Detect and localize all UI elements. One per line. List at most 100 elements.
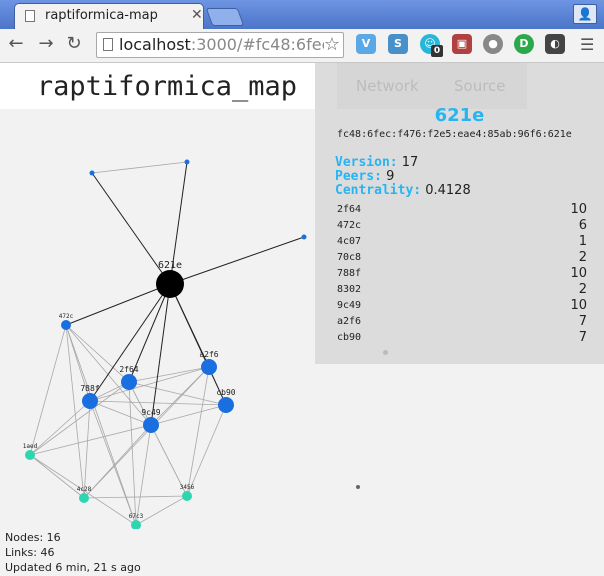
- graph-node[interactable]: [25, 450, 35, 460]
- peer-value: 2: [578, 282, 587, 297]
- profile-icon[interactable]: 👤: [573, 4, 597, 24]
- graph-node-label: 2f64: [119, 365, 138, 374]
- graph-link: [89, 366, 210, 402]
- url-text: localhost:3000/#fc48:6fec: [119, 35, 330, 54]
- peer-row[interactable]: a2f6 7: [337, 314, 587, 330]
- graph-node[interactable]: [121, 374, 137, 390]
- graph-node[interactable]: [218, 397, 234, 413]
- browser-tab[interactable]: raptiformica-map ✕: [14, 3, 204, 29]
- graph-link: [135, 424, 152, 526]
- resize-handle[interactable]: [383, 350, 388, 355]
- centrality-label: Centrality:: [335, 183, 422, 198]
- peers-value: 9: [386, 169, 395, 184]
- peer-value: 10: [570, 202, 587, 217]
- peers-label: Peers:: [335, 169, 382, 184]
- forward-icon[interactable]: →: [34, 33, 58, 54]
- url-host: localhost: [119, 35, 191, 54]
- graph-link: [89, 400, 137, 526]
- peer-list: 2f64 10 472c 6 4c07 1 70c8 2 788f 10 8302 2 9c…: [337, 202, 587, 346]
- extension-globe-icon[interactable]: ●: [483, 34, 503, 54]
- peer-id: 8302: [337, 284, 362, 295]
- extension-s-icon[interactable]: S: [388, 34, 408, 54]
- peer-row[interactable]: 4c07 1: [337, 234, 587, 250]
- graph-node[interactable]: [131, 520, 141, 529]
- page-info-icon[interactable]: [103, 38, 113, 51]
- graph-link: [29, 400, 91, 456]
- stats: Nodes: 16 Links: 46 Updated 6 min, 21 s …: [5, 530, 141, 575]
- graph-node[interactable]: [184, 159, 190, 165]
- address-bar[interactable]: localhost:3000/#fc48:6fec ☆: [96, 32, 344, 58]
- peer-id: 472c: [337, 220, 362, 231]
- version-value: 17: [401, 155, 419, 170]
- graph-node-stray[interactable]: [356, 485, 360, 489]
- centrality-row: Centrality: 0.4128: [335, 183, 471, 198]
- reload-icon[interactable]: ↻: [62, 33, 86, 54]
- peer-row[interactable]: 8302 2: [337, 282, 587, 298]
- browser-tab-strip: raptiformica-map ✕ 👤: [0, 0, 604, 29]
- graph-node[interactable]: [301, 234, 307, 240]
- graph-node-label: a2f6: [199, 350, 218, 359]
- extension-mask-icon[interactable]: ◐: [545, 34, 565, 54]
- url-path: :3000/#fc48:6fec: [190, 35, 331, 54]
- peer-id: 4c07: [337, 236, 362, 247]
- graph-link: [83, 400, 91, 499]
- graph-link: [150, 283, 171, 426]
- peer-row[interactable]: 9c49 10: [337, 298, 587, 314]
- nodes-count: Nodes: 16: [5, 531, 61, 544]
- tab-network[interactable]: Network: [356, 77, 419, 95]
- graph-link: [186, 404, 227, 497]
- peer-row[interactable]: 788f 10: [337, 266, 587, 282]
- page-icon: [25, 10, 35, 22]
- node-name: 621e: [434, 105, 485, 126]
- graph-edges: [29, 161, 305, 526]
- graph-node[interactable]: [79, 493, 89, 503]
- graph-node-label: 621e: [158, 260, 182, 271]
- graph-link: [83, 424, 152, 499]
- network-graph[interactable]: 621e 472c a2f6 2f64 788f cb90 9c49 1aed 4c28 3456…: [0, 109, 315, 529]
- back-icon[interactable]: ←: [4, 33, 28, 54]
- peer-row[interactable]: 472c 6: [337, 218, 587, 234]
- graph-link: [65, 324, 152, 426]
- tab-title: raptiformica-map: [45, 8, 158, 23]
- graph-node[interactable]: [143, 417, 159, 433]
- tab-source[interactable]: Source: [454, 77, 506, 95]
- graph-node-label: 472c: [59, 313, 74, 320]
- peer-row[interactable]: cb90 7: [337, 330, 587, 346]
- peer-id: cb90: [337, 332, 362, 343]
- graph-link: [128, 381, 227, 406]
- extension-d-icon[interactable]: D: [514, 34, 534, 54]
- graph-link: [150, 404, 227, 426]
- map-page: raptiformica_map Network Source 621e fc4…: [0, 63, 604, 576]
- menu-icon[interactable]: ☰: [580, 35, 594, 54]
- node-info-panel: Network Source 621e fc48:6fec:f476:f2e5:…: [315, 63, 604, 364]
- peer-row[interactable]: 70c8 2: [337, 250, 587, 266]
- graph-node[interactable]: [156, 270, 184, 298]
- graph-node[interactable]: [201, 359, 217, 375]
- graph-node[interactable]: [89, 170, 95, 176]
- updated-time: Updated 6 min, 21 s ago: [5, 561, 141, 574]
- graph-node-label: 788f: [80, 384, 99, 393]
- close-tab-icon[interactable]: ✕: [191, 7, 203, 23]
- graph-node-label: 9c49: [141, 408, 160, 417]
- links-count: Links: 46: [5, 546, 55, 559]
- bookmark-star-icon[interactable]: ☆: [323, 34, 340, 55]
- graph-link: [29, 424, 152, 456]
- peer-row[interactable]: 2f64 10: [337, 202, 587, 218]
- graph-node[interactable]: [182, 491, 192, 501]
- graph-node-label: cb90: [216, 388, 235, 397]
- extension-tv-icon[interactable]: ▣: [452, 34, 472, 54]
- graph-link: [135, 495, 188, 526]
- graph-node-label: 67c3: [129, 513, 144, 520]
- graph-nodes: 621e 472c a2f6 2f64 788f cb90 9c49 1aed 4c28 3456…: [23, 159, 307, 529]
- graph-node-label: 1aed: [23, 443, 38, 450]
- graph-node[interactable]: [82, 393, 98, 409]
- peer-value: 6: [578, 218, 587, 233]
- peer-value: 7: [578, 330, 587, 345]
- new-tab-button[interactable]: [205, 8, 245, 26]
- browser-toolbar: ← → ↻ localhost:3000/#fc48:6fec ☆ V S ☺ …: [0, 29, 604, 63]
- centrality-value: 0.4128: [425, 183, 471, 198]
- version-row: Version: 17: [335, 155, 418, 170]
- app-title: raptiformica_map: [36, 71, 297, 102]
- graph-node[interactable]: [61, 320, 71, 330]
- extension-v-icon[interactable]: V: [356, 34, 376, 54]
